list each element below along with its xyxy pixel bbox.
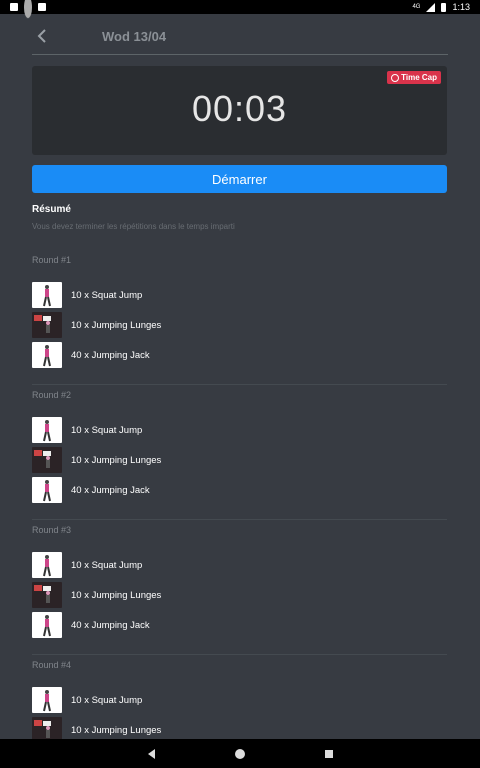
exercise-thumbnail bbox=[32, 447, 62, 473]
network-type-label: 4G bbox=[412, 4, 421, 10]
exercise-label: 10 x Jumping Lunges bbox=[71, 589, 162, 601]
sd-card-icon bbox=[38, 3, 46, 11]
exercise-thumbnail bbox=[32, 552, 62, 578]
notification-circle-icon bbox=[24, 0, 32, 19]
header: Wod 13/04 bbox=[32, 18, 448, 55]
exercise-item[interactable]: 40 x Jumping Jack bbox=[32, 610, 447, 640]
exercise-label: 40 x Jumping Jack bbox=[71, 619, 150, 631]
summary-title: Résumé bbox=[32, 204, 71, 215]
chevron-left-icon bbox=[37, 29, 46, 43]
exercise-thumbnail bbox=[32, 612, 62, 638]
round-section: Round #2 10 x Squat Jump 10 x Jumping Lung… bbox=[32, 385, 447, 520]
exercise-thumbnail bbox=[32, 282, 62, 308]
exercise-label: 40 x Jumping Jack bbox=[71, 484, 150, 496]
exercise-thumbnail bbox=[32, 477, 62, 503]
exercise-thumbnail bbox=[32, 312, 62, 338]
nav-back-icon[interactable] bbox=[147, 748, 155, 759]
exercise-item[interactable]: 10 x Jumping Lunges bbox=[32, 310, 447, 340]
round-label: Round #2 bbox=[32, 390, 72, 400]
timer-card: Time Cap 00:03 bbox=[32, 66, 447, 155]
exercise-label: 10 x Jumping Lunges bbox=[71, 319, 162, 331]
exercise-label: 10 x Squat Jump bbox=[71, 289, 143, 301]
battery-icon bbox=[441, 2, 447, 12]
exercise-label: 10 x Squat Jump bbox=[71, 694, 143, 706]
exercise-item[interactable]: 40 x Jumping Jack bbox=[32, 340, 447, 370]
round-label: Round #4 bbox=[32, 660, 72, 670]
rounds-list: Round #1 10 x Squat Jump 10 x Jumping Lung… bbox=[32, 250, 447, 760]
round-label: Round #1 bbox=[32, 255, 72, 265]
exercise-label: 10 x Jumping Lunges bbox=[71, 454, 162, 466]
exercise-thumbnail bbox=[32, 342, 62, 368]
exercise-label: 10 x Squat Jump bbox=[71, 424, 143, 436]
exercise-thumbnail bbox=[32, 687, 62, 713]
back-button[interactable] bbox=[32, 26, 52, 46]
signal-icon bbox=[426, 2, 436, 12]
exercise-thumbnail bbox=[32, 417, 62, 443]
start-button[interactable]: Démarrer bbox=[32, 165, 447, 193]
exercise-item[interactable]: 40 x Jumping Jack bbox=[32, 475, 447, 505]
exercise-item[interactable]: 10 x Jumping Lunges bbox=[32, 445, 447, 475]
exercise-thumbnail bbox=[32, 582, 62, 608]
exercise-item[interactable]: 10 x Jumping Lunges bbox=[32, 580, 447, 610]
stopwatch-icon bbox=[391, 73, 400, 82]
exercise-label: 40 x Jumping Jack bbox=[71, 349, 150, 361]
nav-recents-icon[interactable] bbox=[324, 749, 333, 758]
exercise-item[interactable]: 10 x Squat Jump bbox=[32, 550, 447, 580]
page-title: Wod 13/04 bbox=[102, 28, 167, 44]
exercise-label: 10 x Squat Jump bbox=[71, 559, 143, 571]
nav-home-icon[interactable] bbox=[234, 748, 245, 759]
time-cap-label: Time Cap bbox=[401, 73, 437, 82]
round-section: Round #3 10 x Squat Jump 10 x Jumping Lung… bbox=[32, 520, 447, 655]
exercise-label: 10 x Jumping Lunges bbox=[71, 724, 162, 736]
navigation-bar bbox=[0, 739, 480, 768]
status-bar: 4G 1:13 bbox=[0, 0, 480, 19]
exercise-item[interactable]: 10 x Squat Jump bbox=[32, 415, 447, 445]
summary-text: Vous devez terminer les répétitions dans… bbox=[32, 222, 235, 231]
time-cap-badge: Time Cap bbox=[387, 71, 441, 84]
exercise-item[interactable]: 10 x Squat Jump bbox=[32, 280, 447, 310]
timer-display: 00:03 bbox=[191, 88, 288, 129]
exercise-item[interactable]: 10 x Squat Jump bbox=[32, 685, 447, 715]
status-time: 1:13 bbox=[452, 2, 470, 12]
round-section: Round #1 10 x Squat Jump 10 x Jumping Lung… bbox=[32, 250, 447, 385]
notification-a-icon bbox=[10, 3, 18, 11]
round-label: Round #3 bbox=[32, 525, 72, 535]
